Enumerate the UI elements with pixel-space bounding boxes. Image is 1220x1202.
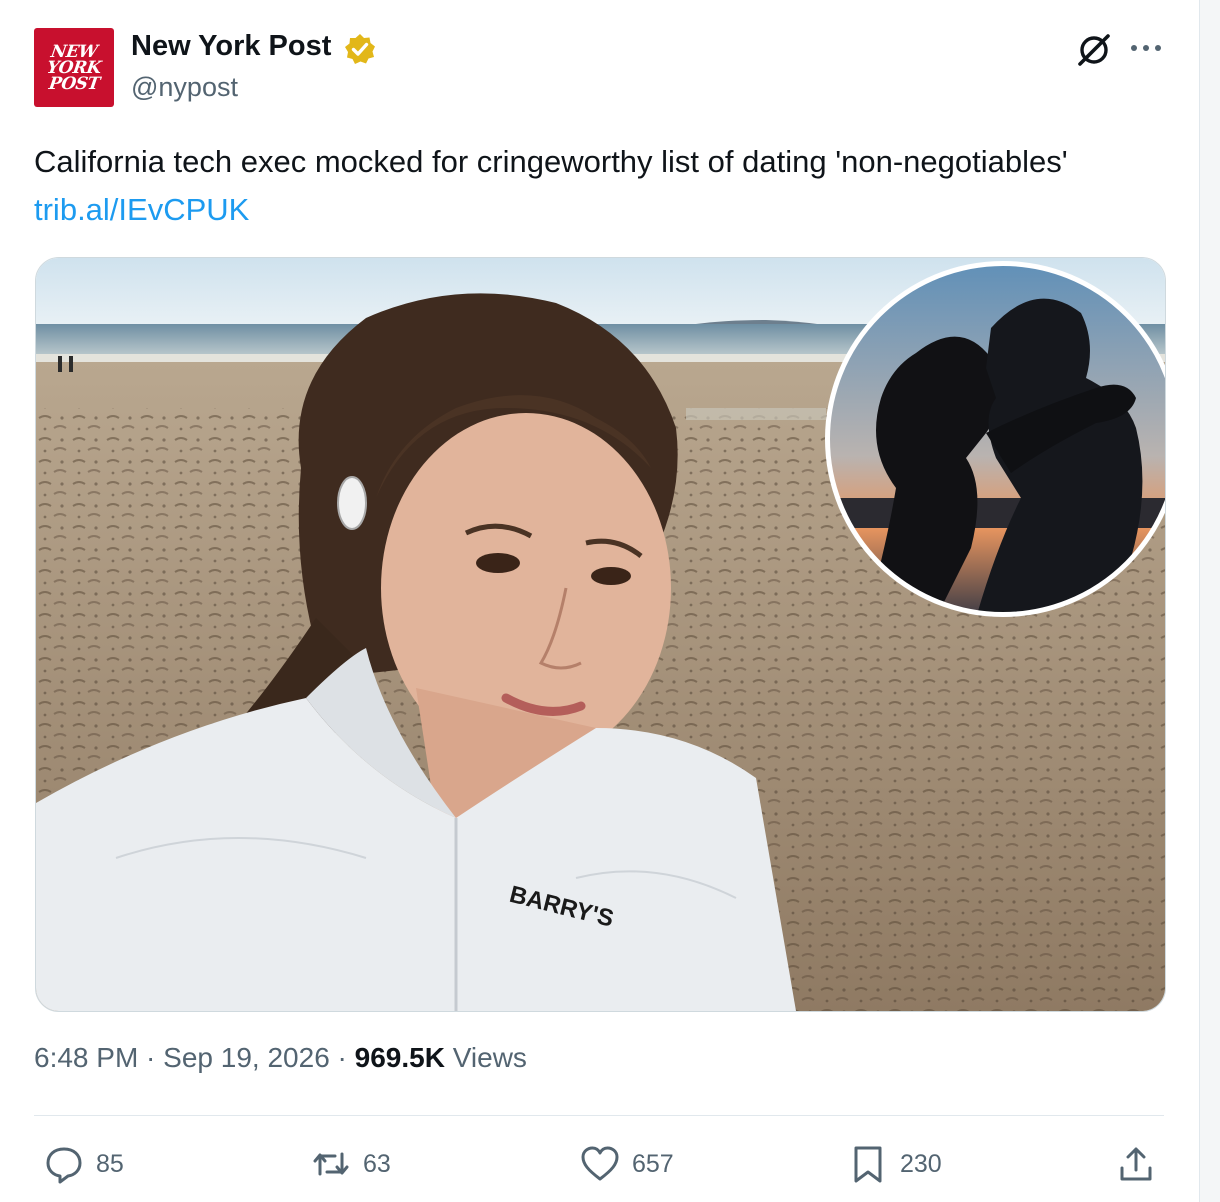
- logo-line-3: POST: [47, 73, 101, 94]
- share-button[interactable]: [1116, 1142, 1156, 1186]
- repost-count: 63: [363, 1149, 391, 1178]
- bookmark-button[interactable]: 230: [848, 1142, 942, 1186]
- verified-badge-icon: [345, 34, 375, 64]
- media-illustration: BARRY'S: [36, 258, 1165, 1011]
- author-avatar[interactable]: NEW YORK POST: [34, 28, 114, 107]
- meta-separator-2: ·: [329, 1042, 355, 1073]
- tweet-text: California tech exec mocked for cringewo…: [34, 138, 1154, 234]
- more-icon[interactable]: [1128, 36, 1164, 60]
- grok-icon[interactable]: [1074, 32, 1114, 68]
- tweet-date[interactable]: Sep 19, 2026: [163, 1042, 330, 1073]
- like-button[interactable]: 657: [580, 1142, 674, 1186]
- tweet-body: California tech exec mocked for cringewo…: [34, 144, 1068, 179]
- tweet-media[interactable]: BARRY'S: [35, 257, 1166, 1012]
- tweet-time[interactable]: 6:48 PM: [34, 1042, 138, 1073]
- reply-count: 85: [96, 1149, 124, 1178]
- bookmark-icon: [854, 1146, 882, 1183]
- meta-separator-1: ·: [138, 1042, 164, 1073]
- author-handle[interactable]: @nypost: [131, 72, 238, 103]
- like-icon: [581, 1146, 619, 1181]
- window-edge: [1199, 0, 1220, 1202]
- like-count: 657: [632, 1149, 674, 1178]
- divider: [34, 1115, 1164, 1116]
- views-count: 969.5K: [354, 1042, 445, 1073]
- author-name[interactable]: New York Post: [131, 30, 331, 63]
- reply-icon: [46, 1147, 82, 1184]
- repost-icon: [313, 1152, 349, 1176]
- views-label: Views: [452, 1042, 527, 1073]
- tweet-meta: 6:48 PM · Sep 19, 2026 · 969.5K Views: [34, 1042, 527, 1074]
- tweet-link[interactable]: trib.al/IEvCPUK: [34, 192, 249, 227]
- bookmark-count: 230: [900, 1149, 942, 1178]
- reply-button[interactable]: 85: [44, 1142, 124, 1186]
- share-icon: [1120, 1147, 1152, 1181]
- repost-button[interactable]: 63: [311, 1142, 391, 1186]
